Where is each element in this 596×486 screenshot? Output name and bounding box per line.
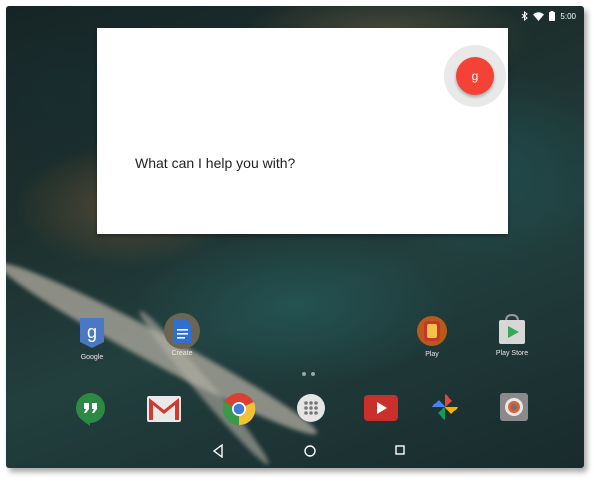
app-google[interactable]: g Google	[70, 314, 114, 361]
play-folder-icon	[417, 316, 447, 346]
google-g-icon: g	[471, 69, 479, 83]
youtube-icon	[364, 395, 398, 421]
app-drawer-icon	[297, 394, 325, 422]
app-play-store[interactable]: Play Store	[492, 312, 532, 357]
play-store-icon	[499, 313, 525, 344]
back-icon[interactable]	[212, 443, 224, 463]
google-docs-icon	[164, 313, 200, 349]
wifi-icon	[533, 11, 545, 21]
page-dot	[302, 372, 306, 376]
app-label: Play Store	[495, 350, 529, 357]
status-time: 5:00	[560, 11, 576, 21]
recents-icon[interactable]	[394, 444, 406, 463]
bluetooth-icon	[521, 11, 529, 21]
camera-icon	[500, 393, 528, 421]
dock-hangouts[interactable]	[74, 392, 106, 428]
dock-app-drawer[interactable]	[295, 393, 327, 425]
voice-search-card: What can I help you with? g	[97, 28, 508, 234]
navigation-bar	[6, 440, 584, 464]
home-icon[interactable]	[303, 444, 317, 463]
gmail-icon	[147, 396, 181, 422]
page-dot	[311, 372, 315, 376]
tablet-screen: 5:00 What can I help you with? g g Googl…	[6, 6, 584, 468]
app-label: Play	[425, 351, 439, 358]
status-bar: 5:00	[521, 8, 576, 24]
dock-gmail[interactable]	[147, 396, 181, 424]
battery-icon	[549, 11, 556, 21]
app-play-folder[interactable]: Play	[412, 315, 452, 358]
app-create[interactable]: Create	[160, 312, 204, 357]
photos-icon	[432, 394, 458, 420]
chrome-icon	[222, 393, 256, 426]
assistant-prompt: What can I help you with?	[135, 155, 296, 171]
page-indicator	[302, 372, 315, 376]
svg-text:g: g	[87, 322, 97, 342]
voice-search-button[interactable]: g	[456, 57, 494, 95]
hangouts-icon	[75, 393, 105, 426]
app-label: Create	[171, 350, 193, 357]
google-search-icon: g	[80, 318, 104, 348]
dock-camera[interactable]	[498, 392, 530, 424]
dock-photos[interactable]	[429, 392, 461, 424]
app-label: Google	[80, 354, 104, 361]
dock-youtube[interactable]	[364, 395, 398, 423]
dock-chrome[interactable]	[222, 392, 256, 428]
